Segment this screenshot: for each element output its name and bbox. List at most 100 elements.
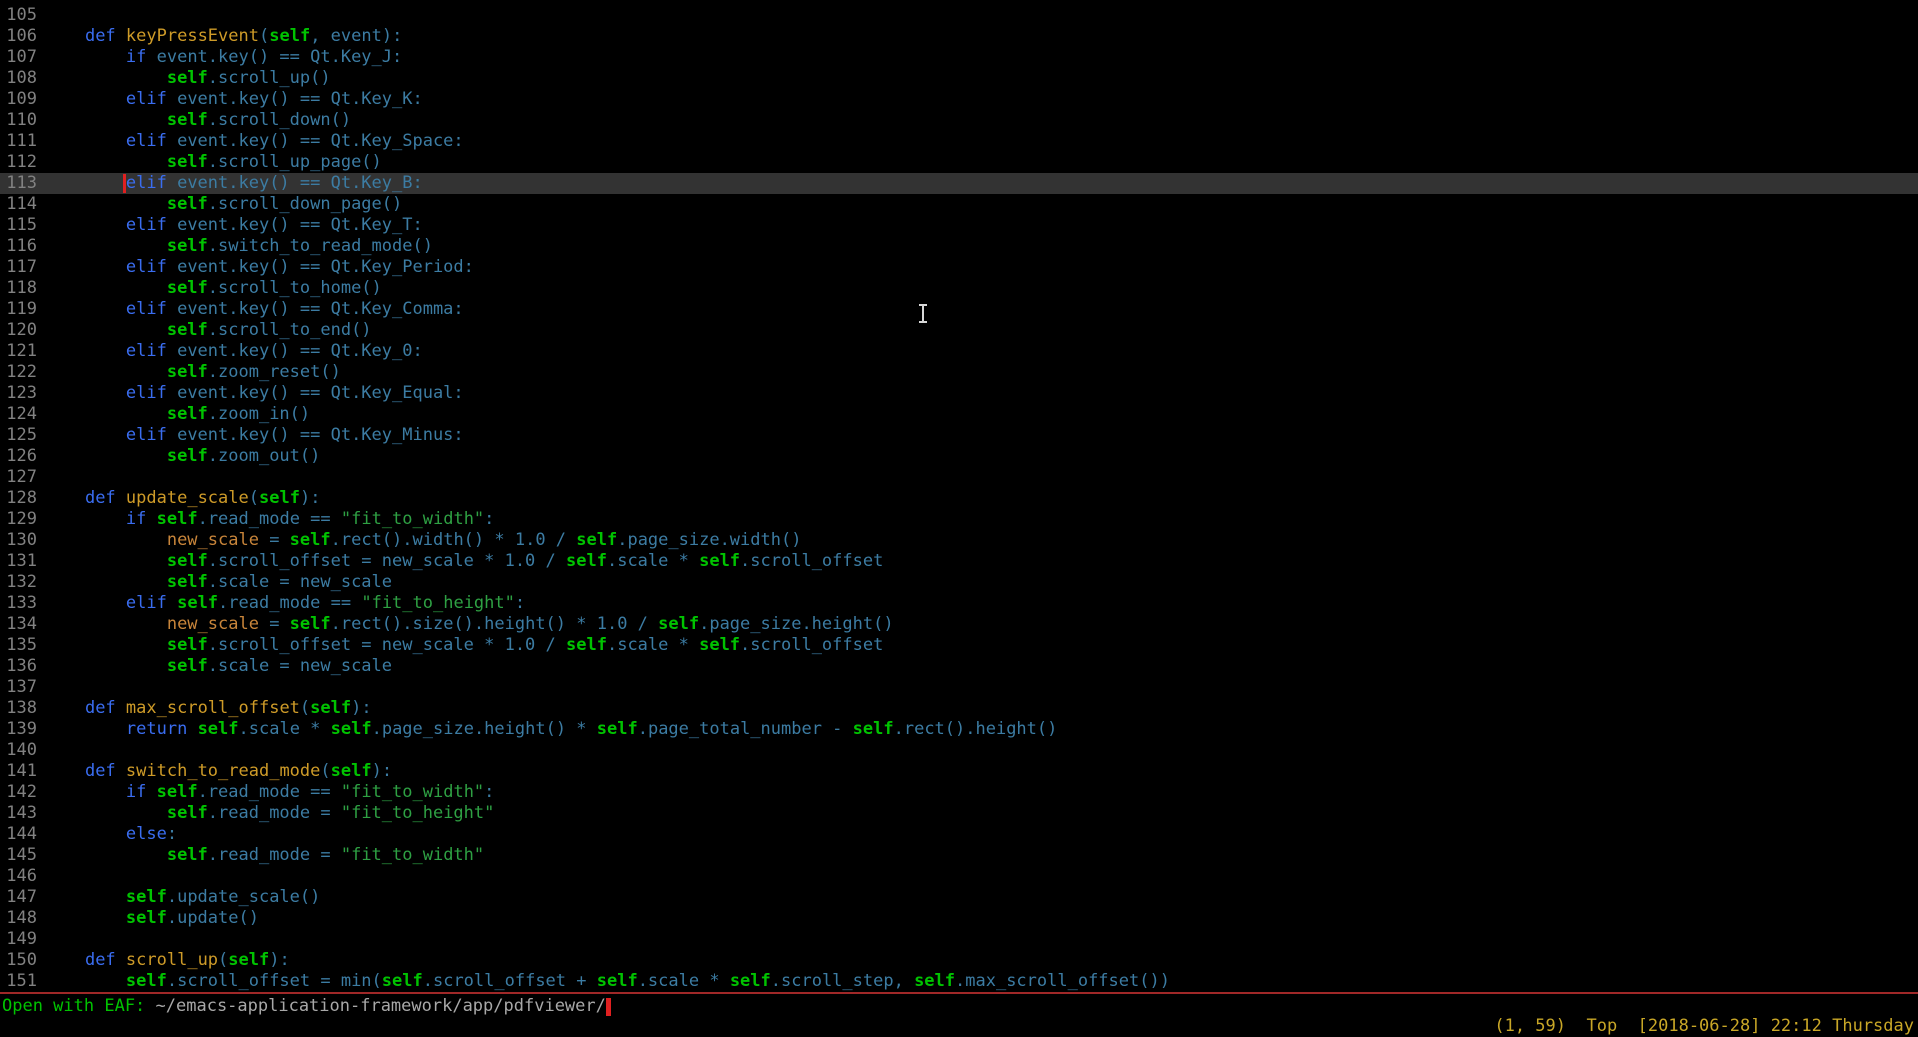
code-token-default-text	[44, 803, 167, 823]
code-line[interactable]: 137	[0, 677, 1918, 698]
code-line[interactable]: 108 self.scroll_up()	[0, 68, 1918, 89]
code-line[interactable]: 118 self.scroll_to_home()	[0, 278, 1918, 299]
code-token-default-text: (	[300, 698, 310, 718]
code-token-default-text: event.key() == Qt.Key_Period:	[167, 257, 474, 277]
code-line[interactable]: 110 self.scroll_down()	[0, 110, 1918, 131]
line-number: 112	[0, 152, 44, 173]
code-line[interactable]: 111 elif event.key() == Qt.Key_Space:	[0, 131, 1918, 152]
line-number: 139	[0, 719, 44, 740]
code-token-keyword: elif	[126, 299, 167, 319]
code-line[interactable]: 107 if event.key() == Qt.Key_J:	[0, 47, 1918, 68]
code-token-default-text: .scroll_offset = new_scale * 1.0 /	[208, 551, 566, 571]
line-number: 145	[0, 845, 44, 866]
code-line[interactable]: 130 new_scale = self.rect().width() * 1.…	[0, 530, 1918, 551]
code-line[interactable]: 140	[0, 740, 1918, 761]
code-token-default-text: .zoom_reset()	[208, 362, 341, 382]
code-line[interactable]: 129 if self.read_mode == "fit_to_width":	[0, 509, 1918, 530]
line-number: 128	[0, 488, 44, 509]
code-line[interactable]: 144 else:	[0, 824, 1918, 845]
code-token-default-text: .scale *	[638, 971, 730, 991]
code-token-default-text: :	[484, 782, 494, 802]
code-line[interactable]: 124 self.zoom_in()	[0, 404, 1918, 425]
awesome-tray: (1, 59) Top [2018-06-28] 22:12 Thursday	[0, 1016, 1918, 1037]
code-token-default-text: =	[259, 530, 290, 550]
code-token-string: "fit_to_width"	[341, 782, 484, 802]
code-token-self-keyword: self	[228, 950, 269, 970]
code-token-default-text	[116, 488, 126, 508]
code-line[interactable]: 146	[0, 866, 1918, 887]
code-line[interactable]: 149	[0, 929, 1918, 950]
code-token-default-text: ):	[351, 698, 371, 718]
code-token-keyword: def	[85, 761, 116, 781]
code-token-default-text: .scroll_offset	[740, 635, 883, 655]
code-line[interactable]: 147 self.update_scale()	[0, 887, 1918, 908]
code-token-default-text: .rect().size().height() * 1.0 /	[331, 614, 659, 634]
code-token-default-text	[116, 698, 126, 718]
code-line[interactable]: 132 self.scale = new_scale	[0, 572, 1918, 593]
code-line[interactable]: 126 self.zoom_out()	[0, 446, 1918, 467]
code-token-default-text	[44, 68, 167, 88]
code-token-default-text	[44, 404, 167, 424]
line-number: 137	[0, 677, 44, 698]
code-line[interactable]: 106 def keyPressEvent(self, event):	[0, 26, 1918, 47]
code-line[interactable]: 105	[0, 5, 1918, 26]
code-token-default-text: .max_scroll_offset())	[955, 971, 1170, 991]
minibuffer[interactable]: Open with EAF: ~/emacs-application-frame…	[0, 996, 1918, 1017]
code-line[interactable]: 133 elif self.read_mode == "fit_to_heigh…	[0, 593, 1918, 614]
code-line[interactable]: 142 if self.read_mode == "fit_to_width":	[0, 782, 1918, 803]
code-line[interactable]: 119 elif event.key() == Qt.Key_Comma:	[0, 299, 1918, 320]
code-token-default-text: .scroll_step,	[771, 971, 914, 991]
code-token-default-text	[44, 278, 167, 298]
code-line[interactable]: 135 self.scroll_offset = new_scale * 1.0…	[0, 635, 1918, 656]
code-line[interactable]: 114 self.scroll_down_page()	[0, 194, 1918, 215]
code-line[interactable]: 136 self.scale = new_scale	[0, 656, 1918, 677]
window-divider	[0, 992, 1918, 994]
code-line-current[interactable]: 113 elif event.key() == Qt.Key_B:	[0, 173, 1918, 194]
code-line[interactable]: 148 self.update()	[0, 908, 1918, 929]
code-line[interactable]: 134 new_scale = self.rect().size().heigh…	[0, 614, 1918, 635]
code-line[interactable]: 123 elif event.key() == Qt.Key_Equal:	[0, 383, 1918, 404]
code-token-default-text	[44, 656, 167, 676]
code-line[interactable]: 127	[0, 467, 1918, 488]
code-line[interactable]: 145 self.read_mode = "fit_to_width"	[0, 845, 1918, 866]
code-token-self-keyword: self	[157, 782, 198, 802]
code-line[interactable]: 125 elif event.key() == Qt.Key_Minus:	[0, 425, 1918, 446]
minibuffer-input[interactable]: ~/emacs-application-framework/app/pdfvie…	[156, 996, 606, 1016]
code-token-keyword: def	[85, 488, 116, 508]
code-line[interactable]: 150 def scroll_up(self):	[0, 950, 1918, 971]
code-token-default-text: .page_total_number -	[638, 719, 853, 739]
code-token-default-text	[116, 761, 126, 781]
code-token-default-text	[44, 887, 126, 907]
line-number: 110	[0, 110, 44, 131]
code-line[interactable]: 115 elif event.key() == Qt.Key_T:	[0, 215, 1918, 236]
code-token-self-keyword: self	[259, 488, 300, 508]
code-line[interactable]: 131 self.scroll_offset = new_scale * 1.0…	[0, 551, 1918, 572]
code-token-self-keyword: self	[198, 719, 239, 739]
code-token-self-keyword: self	[157, 509, 198, 529]
code-line[interactable]: 121 elif event.key() == Qt.Key_0:	[0, 341, 1918, 362]
code-line[interactable]: 120 self.scroll_to_end()	[0, 320, 1918, 341]
code-line[interactable]: 109 elif event.key() == Qt.Key_K:	[0, 89, 1918, 110]
code-line[interactable]: 139 return self.scale * self.page_size.h…	[0, 719, 1918, 740]
code-line[interactable]: 112 self.scroll_up_page()	[0, 152, 1918, 173]
code-line[interactable]: 117 elif event.key() == Qt.Key_Period:	[0, 257, 1918, 278]
code-token-self-keyword: self	[730, 971, 771, 991]
code-token-self-keyword: self	[576, 530, 617, 550]
minibuffer-cursor	[606, 998, 611, 1016]
code-line[interactable]: 141 def switch_to_read_mode(self):	[0, 761, 1918, 782]
code-area[interactable]: 105106 def keyPressEvent(self, event):10…	[0, 0, 1918, 992]
line-number: 133	[0, 593, 44, 614]
code-line[interactable]: 116 self.switch_to_read_mode()	[0, 236, 1918, 257]
code-line[interactable]: 138 def max_scroll_offset(self):	[0, 698, 1918, 719]
line-number: 151	[0, 971, 44, 992]
code-line[interactable]: 128 def update_scale(self):	[0, 488, 1918, 509]
line-number: 143	[0, 803, 44, 824]
code-token-default-text	[44, 110, 167, 130]
code-token-self-keyword: self	[167, 404, 208, 424]
code-token-default-text: .update()	[167, 908, 259, 928]
code-line[interactable]: 122 self.zoom_reset()	[0, 362, 1918, 383]
code-line[interactable]: 143 self.read_mode = "fit_to_height"	[0, 803, 1918, 824]
code-line[interactable]: 151 self.scroll_offset = min(self.scroll…	[0, 971, 1918, 992]
code-token-default-text: (	[320, 761, 330, 781]
emacs-frame: 105106 def keyPressEvent(self, event):10…	[0, 0, 1918, 1037]
